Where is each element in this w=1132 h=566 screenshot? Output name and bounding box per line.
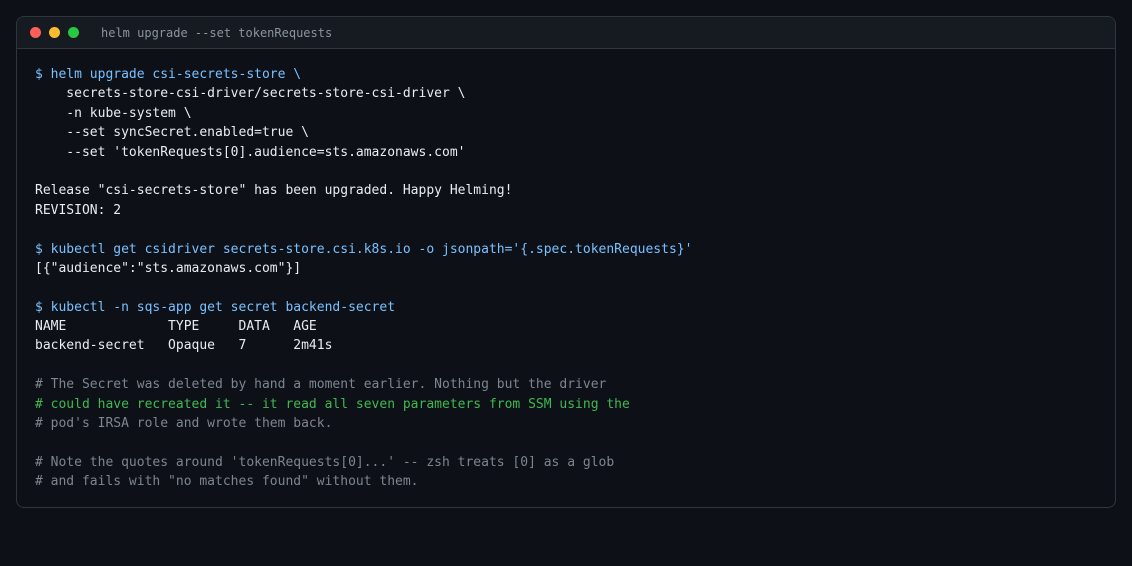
- window-title: helm upgrade --set tokenRequests: [101, 25, 333, 40]
- terminal-output[interactable]: $ helm upgrade csi-secrets-store \ secre…: [17, 49, 1115, 492]
- output-line: backend-secret Opaque 7 2m41s: [35, 338, 333, 354]
- command-continuation: --set syncSecret.enabled=true \: [35, 125, 309, 141]
- comment-line-highlighted: # could have recreated it -- it read all…: [35, 396, 630, 412]
- output-line: [{"audience":"sts.amazonaws.com"}]: [35, 260, 302, 276]
- comment-line: # Note the quotes around 'tokenRequests[…: [35, 454, 615, 470]
- comment-line: # The Secret was deleted by hand a momen…: [35, 377, 607, 393]
- title-bar: helm upgrade --set tokenRequests: [17, 17, 1115, 49]
- terminal-window: helm upgrade --set tokenRequests $ helm …: [16, 16, 1116, 508]
- command-line: $ helm upgrade csi-secrets-store \: [35, 67, 302, 82]
- minimize-button[interactable]: [49, 27, 60, 38]
- command-continuation: -n kube-system \: [35, 105, 192, 121]
- command-continuation: --set 'tokenRequests[0].audience=sts.ama…: [35, 144, 466, 160]
- command-line: $ kubectl -n sqs-app get secret backend-…: [35, 299, 396, 315]
- maximize-button[interactable]: [68, 27, 79, 38]
- comment-line: # and fails with "no matches found" with…: [35, 474, 419, 490]
- command-line: $ kubectl get csidriver secrets-store.cs…: [35, 241, 693, 257]
- output-line: Release "csi-secrets-store" has been upg…: [35, 183, 513, 199]
- command-continuation: secrets-store-csi-driver/secrets-store-c…: [35, 86, 466, 102]
- output-line: NAME TYPE DATA AGE: [35, 319, 317, 335]
- close-button[interactable]: [30, 27, 41, 38]
- comment-line: # pod's IRSA role and wrote them back.: [35, 416, 333, 432]
- output-line: REVISION: 2: [35, 202, 122, 218]
